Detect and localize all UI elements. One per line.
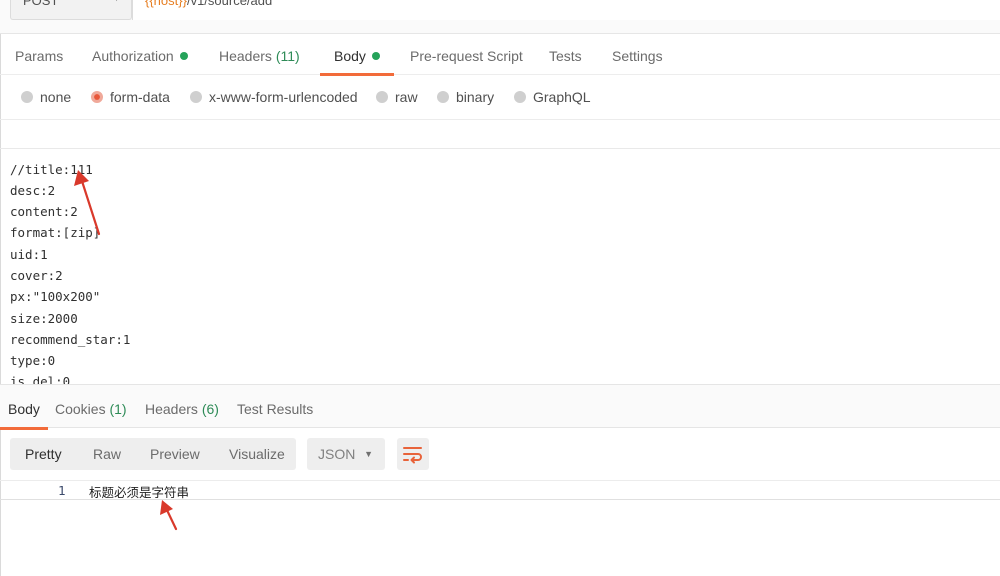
line-number: 1: [58, 483, 66, 498]
response-tabs: Body Cookies (1) Headers (6) Test Result…: [0, 384, 1000, 430]
view-pretty-button[interactable]: Pretty: [25, 438, 62, 470]
code-line: format:[zip]: [10, 225, 101, 240]
method-label: POST: [23, 0, 59, 8]
url-input[interactable]: {{host}}/v1/source/add: [132, 0, 1000, 20]
tab-body[interactable]: Body: [320, 35, 394, 76]
tab-label: Body: [8, 401, 40, 417]
tab-label: Params: [15, 48, 64, 64]
radio-icon: [190, 91, 202, 103]
url-bar: POST ▼ {{host}}/v1/source/add: [0, 0, 1000, 34]
response-tab-cookies[interactable]: Cookies (1): [55, 385, 127, 429]
response-body-editor[interactable]: 1 标题必须是字符串: [0, 480, 1000, 500]
code-line: size:2000: [10, 311, 78, 326]
code-line: type:0: [10, 353, 56, 368]
response-tab-headers[interactable]: Headers (6): [145, 385, 219, 429]
tab-count: (1): [109, 401, 127, 417]
wrap-lines-button[interactable]: [397, 438, 429, 470]
tab-label: Settings: [612, 48, 663, 64]
radio-selected-icon: [91, 91, 103, 103]
annotation-arrow-response: [160, 500, 178, 531]
tab-headers[interactable]: Headers (11): [219, 35, 300, 75]
tab-count: (6): [201, 401, 219, 417]
tab-label: Cookies: [55, 401, 106, 417]
tab-label: Body: [334, 48, 366, 64]
radio-icon: [376, 91, 388, 103]
radio-label: raw: [395, 89, 418, 105]
response-tab-test-results[interactable]: Test Results: [237, 385, 313, 429]
url-host-variable: {{host}}/v1/source/add: [145, 0, 272, 8]
code-line: is_del:0: [10, 374, 71, 384]
view-visualize-button[interactable]: Visualize: [229, 438, 285, 470]
radio-label: binary: [456, 89, 495, 105]
radio-graphql[interactable]: GraphQL: [514, 89, 591, 107]
radio-icon: [21, 91, 33, 103]
radio-raw[interactable]: raw: [376, 89, 418, 107]
response-tab-body[interactable]: Body: [0, 385, 48, 430]
status-dot-icon: [371, 52, 380, 60]
format-select[interactable]: JSON ▼: [307, 438, 385, 470]
radio-x-www-form-urlencoded[interactable]: x-www-form-urlencoded: [190, 89, 358, 107]
response-line-text: 标题必须是字符串: [89, 486, 190, 500]
tab-authorization[interactable]: Authorization: [92, 35, 188, 75]
tab-count: (11): [275, 48, 300, 64]
radio-none[interactable]: none: [21, 89, 71, 107]
tab-tests[interactable]: Tests: [549, 35, 582, 75]
tab-settings[interactable]: Settings: [612, 35, 663, 75]
code-line: cover:2: [10, 268, 63, 283]
radio-form-data[interactable]: form-data: [91, 89, 170, 107]
radio-label: GraphQL: [533, 89, 591, 105]
code-line: recommend_star:1: [10, 332, 131, 347]
view-mode-group: Pretty Raw Preview Visualize: [10, 438, 296, 470]
tab-label: Pre-request Script: [410, 48, 523, 64]
tab-label: Tests: [549, 48, 582, 64]
tab-pre-request-script[interactable]: Pre-request Script: [410, 35, 523, 75]
code-line: desc:2: [10, 183, 56, 198]
code-line: px:"100x200": [10, 289, 101, 304]
tab-label: Authorization: [92, 48, 174, 64]
radio-icon: [514, 91, 526, 103]
chevron-down-icon: ▼: [112, 0, 121, 3]
radio-binary[interactable]: binary: [437, 89, 494, 107]
tab-label: Headers: [145, 401, 198, 417]
request-body-editor[interactable]: //title:111 desc:2 content:2 format:[zip…: [0, 150, 1000, 384]
chevron-down-icon: ▼: [364, 449, 373, 459]
url-path: /v1/source/add: [186, 0, 273, 8]
body-type-selector: none form-data x-www-form-urlencoded raw…: [0, 76, 1000, 120]
radio-label: form-data: [110, 89, 170, 105]
code-line: //title:111: [10, 162, 93, 177]
code-line: uid:1: [10, 247, 48, 262]
view-raw-button[interactable]: Raw: [93, 438, 121, 470]
code-line: content:2: [10, 204, 78, 219]
view-preview-button[interactable]: Preview: [150, 438, 200, 470]
radio-label: x-www-form-urlencoded: [209, 89, 358, 105]
method-select[interactable]: POST ▼: [10, 0, 132, 20]
radio-icon: [437, 91, 449, 103]
status-dot-icon: [179, 52, 188, 60]
active-tab-underline: [0, 427, 48, 430]
tab-label: Test Results: [237, 401, 314, 417]
tab-label: Headers: [219, 48, 272, 64]
request-tabs: Params Authorization Headers (11) Body P…: [0, 35, 1000, 76]
radio-label: none: [40, 89, 72, 105]
format-label: JSON: [318, 446, 356, 462]
wrap-lines-icon: [403, 447, 422, 464]
editor-toolbar: [0, 121, 1000, 149]
tab-params[interactable]: Params: [15, 35, 63, 75]
